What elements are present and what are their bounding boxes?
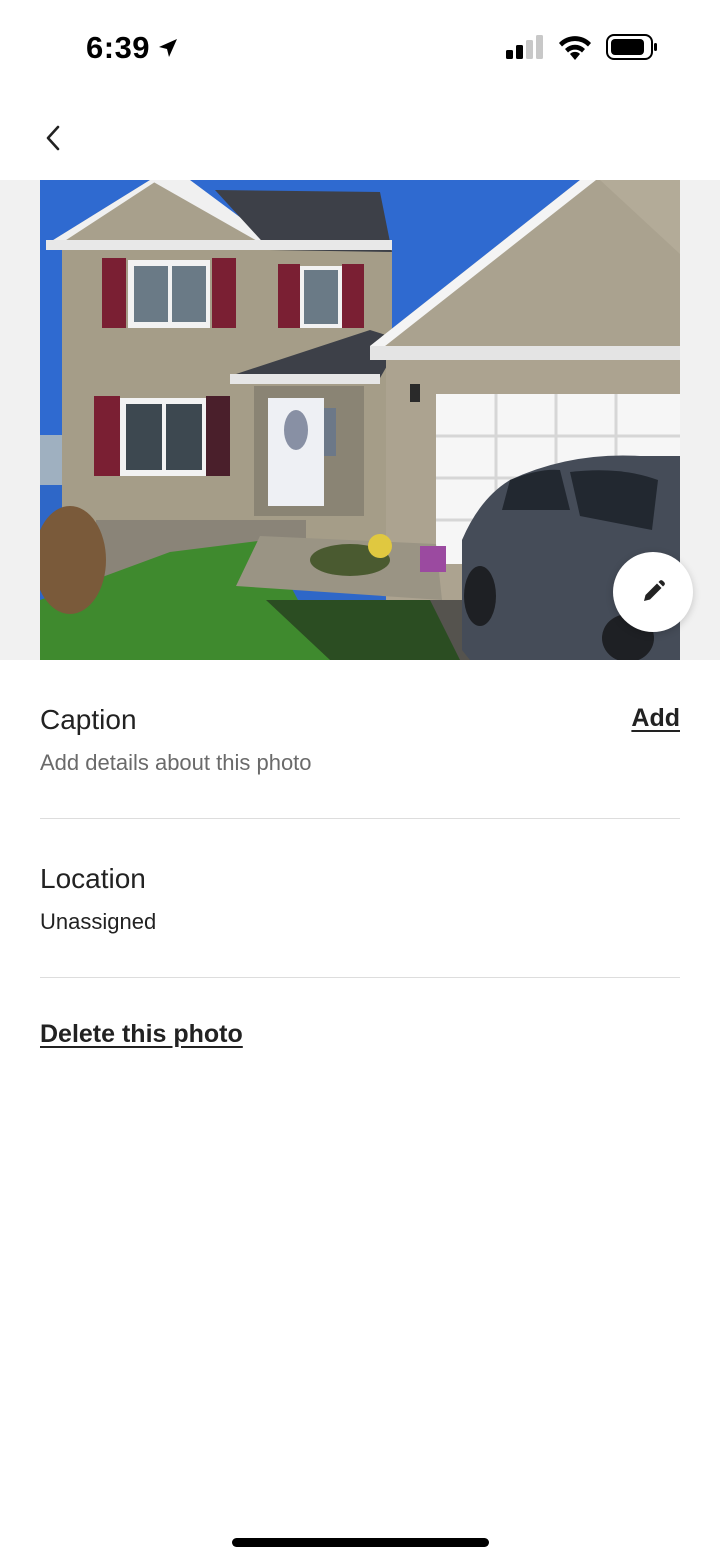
status-time: 6:39 bbox=[86, 30, 151, 65]
location-row[interactable]: Location Unassigned bbox=[40, 863, 680, 935]
delete-photo-button[interactable]: Delete this photo bbox=[40, 1020, 243, 1049]
divider bbox=[40, 977, 680, 978]
home-indicator bbox=[232, 1538, 489, 1547]
pencil-icon bbox=[644, 580, 665, 601]
back-button[interactable] bbox=[32, 116, 76, 160]
location-arrow-icon bbox=[159, 39, 178, 57]
photo-detail-screen: 6:39 Caption Add details about this phot… bbox=[0, 0, 720, 1561]
caption-row: Caption Add details about this photo Add bbox=[40, 704, 680, 776]
photo-area bbox=[0, 180, 720, 660]
chevron-left-icon bbox=[46, 125, 60, 151]
status-icons bbox=[506, 34, 658, 60]
location-title: Location bbox=[40, 863, 146, 894]
status-time-container: 6:39 bbox=[86, 30, 180, 66]
edit-photo-button[interactable] bbox=[613, 552, 693, 632]
caption-title: Caption bbox=[40, 704, 137, 735]
battery-icon bbox=[606, 34, 657, 60]
status-bar: 6:39 bbox=[0, 0, 720, 96]
house-photo-image bbox=[40, 180, 680, 660]
caption-placeholder: Add details about this photo bbox=[40, 750, 312, 775]
add-caption-button[interactable]: Add bbox=[631, 704, 680, 733]
cellular-signal-icon bbox=[506, 35, 543, 59]
divider bbox=[40, 818, 680, 819]
house-photo[interactable] bbox=[40, 180, 680, 660]
location-value: Unassigned bbox=[40, 909, 157, 934]
wifi-icon bbox=[559, 36, 591, 60]
